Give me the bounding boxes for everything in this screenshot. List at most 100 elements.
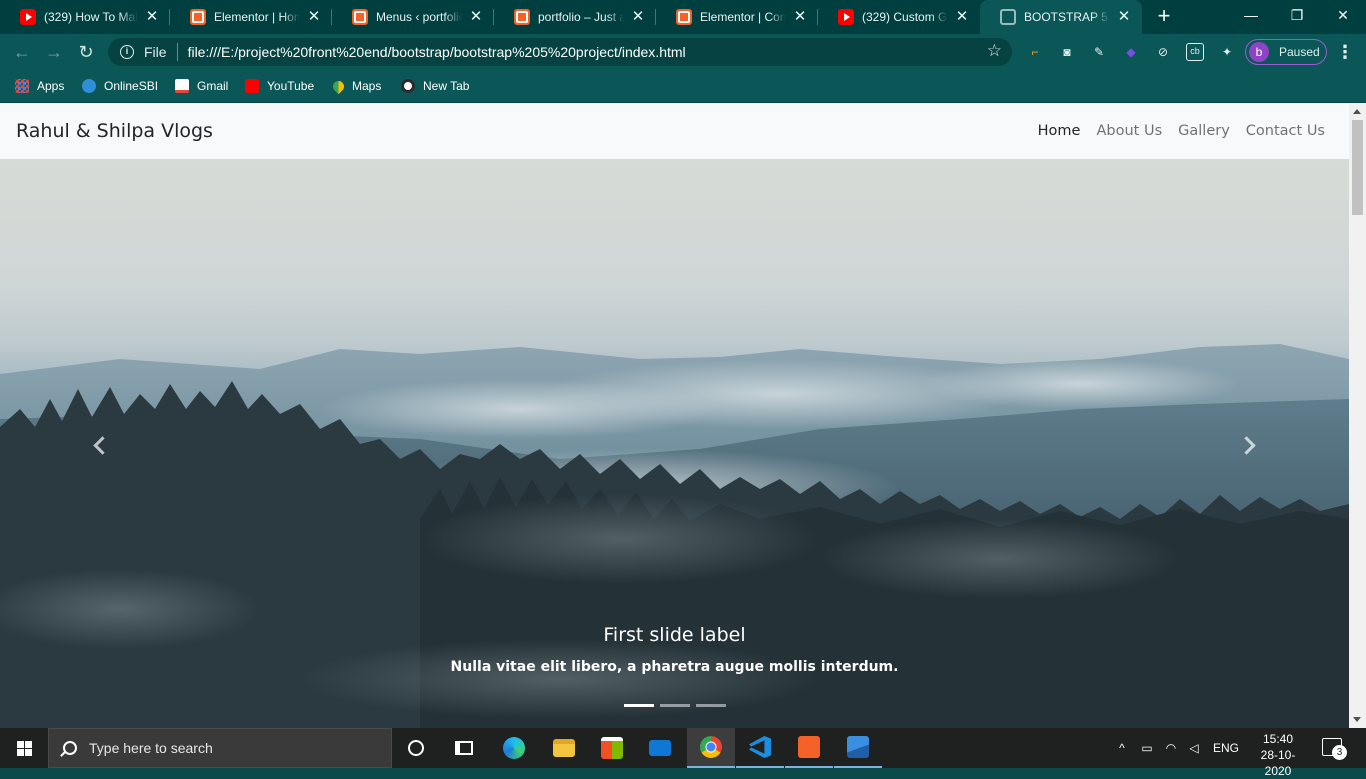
gmail-icon (175, 79, 189, 93)
reload-button[interactable]: ↻ (73, 39, 99, 65)
close-tab-icon[interactable]: ✕ (1116, 9, 1132, 25)
show-hidden-icons-button[interactable]: ^ (1114, 728, 1130, 768)
elementor-icon (190, 9, 206, 25)
start-button[interactable] (0, 728, 48, 768)
scroll-down-arrow-icon[interactable] (1353, 717, 1361, 722)
edge-icon (503, 737, 525, 759)
bookmark-label: Gmail (197, 79, 229, 93)
tab-title: (329) Custom Game (862, 10, 948, 24)
extension-cb-icon[interactable]: cb (1186, 43, 1204, 61)
carousel-indicator-3[interactable] (696, 704, 726, 707)
scroll-up-arrow-icon[interactable] (1353, 109, 1361, 114)
elementor-icon (514, 9, 530, 25)
carousel-next-button[interactable] (1238, 435, 1262, 459)
tab-title: Menus ‹ portfolio — (376, 10, 462, 24)
xampp-icon (798, 736, 820, 758)
bookmark-label: OnlineSBI (104, 79, 159, 93)
taskbar-edge[interactable] (490, 728, 538, 768)
extension-ruler-icon[interactable]: ⌐ (1026, 43, 1044, 61)
taskbar-search-box[interactable]: Type here to search (48, 728, 392, 768)
globe-icon (1000, 9, 1016, 25)
system-clock[interactable]: 15:40 28-10-2020 (1250, 731, 1306, 779)
bookmark-gmail[interactable]: Gmail (175, 76, 228, 96)
chrome-menu-icon[interactable]: ⋮ (1336, 41, 1354, 63)
url-text[interactable]: file:///E:/project%20front%20end/bootstr… (188, 44, 686, 60)
youtube-icon (20, 9, 36, 25)
sbi-icon (82, 79, 96, 93)
bookmark-apps[interactable]: Apps (15, 76, 64, 96)
navbar-brand[interactable]: Rahul & Shilpa Vlogs (16, 120, 213, 142)
close-tab-icon[interactable]: ✕ (792, 9, 808, 25)
clock-date: 28-10-2020 (1260, 748, 1296, 778)
tab-youtube-custom-game[interactable]: (329) Custom Game ✕ (818, 0, 980, 34)
close-tab-icon[interactable]: ✕ (144, 9, 160, 25)
taskbar-mail[interactable] (636, 728, 684, 768)
carousel-caption-title: First slide label (603, 624, 746, 646)
minimize-button[interactable]: — (1228, 0, 1274, 32)
elementor-icon (676, 9, 692, 25)
bookmark-maps[interactable]: Maps (330, 76, 381, 96)
address-bar[interactable]: i File file:///E:/project%20front%20end/… (108, 38, 1012, 66)
back-button[interactable]: ← (9, 39, 35, 65)
maximize-button[interactable]: ❐ (1274, 0, 1320, 32)
nav-link-home[interactable]: Home (1038, 123, 1081, 139)
forward-button[interactable]: → (41, 39, 67, 65)
page-viewport: Rahul & Shilpa Vlogs Home About Us Galle… (0, 103, 1366, 728)
bookmark-new-tab[interactable]: New Tab (401, 76, 469, 96)
search-placeholder: Type here to search (89, 740, 213, 756)
extension-camera-icon[interactable]: ◙ (1058, 43, 1076, 61)
taskbar-store[interactable] (588, 728, 636, 768)
youtube-icon (838, 9, 854, 25)
scrollbar-thumb[interactable] (1352, 120, 1363, 215)
url-scheme-label: File (144, 44, 167, 60)
clock-time: 15:40 (1262, 732, 1294, 746)
language-indicator[interactable]: ENG (1212, 728, 1240, 768)
nav-link-about-us[interactable]: About Us (1096, 123, 1162, 139)
tab-portfolio[interactable]: portfolio – Just an ✕ (494, 0, 656, 34)
nav-link-gallery[interactable]: Gallery (1178, 123, 1230, 139)
wifi-icon[interactable]: ◠ (1162, 728, 1180, 768)
bookmark-label: YouTube (267, 79, 315, 93)
tab-bootstrap-5[interactable]: BOOTSTRAP 5 ✕ (980, 0, 1142, 34)
carousel-indicator-1[interactable] (624, 704, 654, 707)
nav-link-contact-us[interactable]: Contact Us (1246, 123, 1325, 139)
bookmark-onlinesbi[interactable]: OnlineSBI (82, 76, 158, 96)
action-center-button[interactable]: 3 (1322, 738, 1347, 760)
extension-lens-icon[interactable]: ⊘ (1154, 43, 1172, 61)
globe-icon (401, 79, 415, 93)
site-navbar: Rahul & Shilpa Vlogs Home About Us Galle… (0, 103, 1349, 159)
taskbar-chrome[interactable] (687, 728, 735, 768)
profile-button[interactable]: b Paused (1245, 39, 1327, 65)
close-window-button[interactable]: ✕ (1320, 0, 1366, 32)
windows-taskbar: Type here to search ^ ▭ ◠ ◁ ENG 15:40 28… (0, 728, 1366, 778)
cortana-button[interactable] (392, 728, 440, 768)
tab-elementor-home[interactable]: Elementor | Home ✕ (170, 0, 332, 34)
bookmark-youtube[interactable]: YouTube (245, 76, 314, 96)
page-scrollbar[interactable] (1349, 103, 1366, 728)
bookmark-star-icon[interactable]: ☆ (987, 41, 1002, 61)
tab-title: Elementor | Contact (700, 10, 786, 24)
extension-eyedropper-icon[interactable]: ✎ (1090, 43, 1108, 61)
new-tab-button[interactable]: + (1152, 5, 1176, 29)
battery-icon[interactable]: ▭ (1138, 728, 1156, 768)
close-tab-icon[interactable]: ✕ (954, 9, 970, 25)
taskbar-xampp[interactable] (785, 728, 833, 768)
close-tab-icon[interactable]: ✕ (306, 9, 322, 25)
tab-menus-portfolio[interactable]: Menus ‹ portfolio — ✕ (332, 0, 494, 34)
carousel-prev-button[interactable] (90, 435, 114, 459)
site-info-icon[interactable]: i (120, 45, 134, 59)
close-tab-icon[interactable]: ✕ (630, 9, 646, 25)
extensions-puzzle-icon[interactable]: ✦ (1218, 43, 1236, 61)
tab-elementor-contact[interactable]: Elementor | Contact ✕ (656, 0, 818, 34)
extension-diamond-icon[interactable]: ◆ (1122, 43, 1140, 61)
taskbar-vscode[interactable] (736, 728, 784, 768)
taskbar-file-explorer[interactable] (540, 728, 588, 768)
maps-icon (330, 78, 347, 94)
tab-title: BOOTSTRAP 5 (1024, 10, 1108, 24)
close-tab-icon[interactable]: ✕ (468, 9, 484, 25)
tab-youtube-how-to-make[interactable]: (329) How To Make ✕ (0, 0, 170, 34)
task-view-button[interactable] (440, 728, 488, 768)
carousel-indicator-2[interactable] (660, 704, 690, 707)
taskbar-photos[interactable] (834, 728, 882, 768)
volume-icon[interactable]: ◁ (1185, 728, 1203, 768)
